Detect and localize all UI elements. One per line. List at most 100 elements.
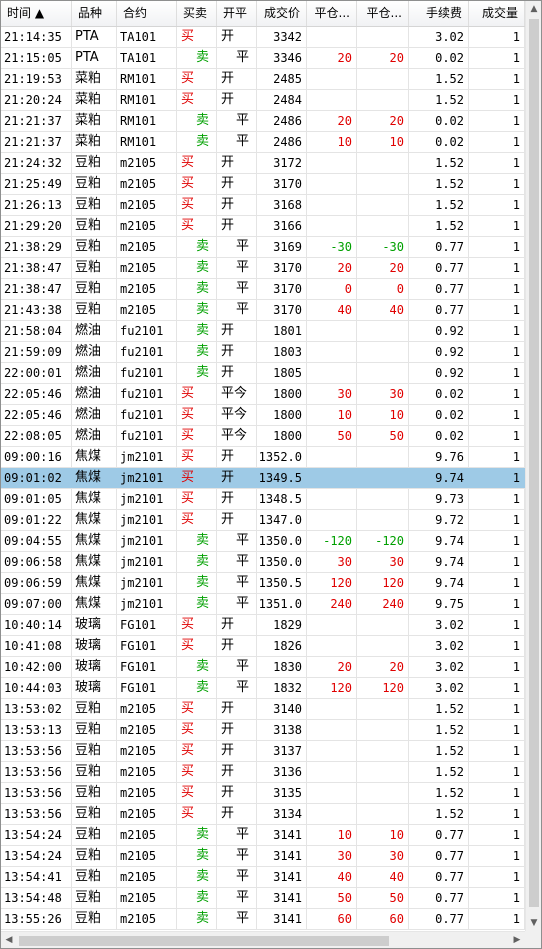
cell-price: 3172: [257, 153, 307, 173]
cell-pnl1: [307, 510, 357, 530]
table-row[interactable]: 10:40:14 玻璃 FG101 买开 1829 3.02 1: [1, 615, 525, 636]
column-header-variety[interactable]: 品种: [72, 1, 117, 26]
table-row[interactable]: 13:53:56 豆粕 m2105 买开 3136 1.52 1: [1, 762, 525, 783]
table-row[interactable]: 09:01:22 焦煤 jm2101 买开 1347.0 9.72 1: [1, 510, 525, 531]
table-row[interactable]: 10:41:08 玻璃 FG101 买开 1826 3.02 1: [1, 636, 525, 657]
horizontal-scroll-thumb[interactable]: [19, 936, 389, 946]
table-row[interactable]: 09:06:58 焦煤 jm2101 卖平 1350.0 30 30 9.74 1: [1, 552, 525, 573]
cell-time: 09:01:05: [1, 489, 72, 509]
column-header-pnl2[interactable]: 平仓...: [357, 1, 409, 26]
cell-offset: 平: [217, 552, 257, 572]
column-header-label: 成交价: [263, 6, 300, 20]
table-row[interactable]: 21:21:37 菜粕 RM101 卖平 2486 10 10 0.02 1: [1, 132, 525, 153]
cell-time: 10:40:14: [1, 615, 72, 635]
table-row[interactable]: 09:00:16 焦煤 jm2101 买开 1352.0 9.76 1: [1, 447, 525, 468]
cell-variety: 玻璃: [72, 615, 117, 635]
table-row[interactable]: 13:54:24 豆粕 m2105 卖平 3141 30 30 0.77 1: [1, 846, 525, 867]
table-row[interactable]: 13:53:13 豆粕 m2105 买开 3138 1.52 1: [1, 720, 525, 741]
table-row[interactable]: 21:29:20 豆粕 m2105 买开 3166 1.52 1: [1, 216, 525, 237]
cell-pnl2: 30: [357, 552, 409, 572]
cell-pnl2: 10: [357, 405, 409, 425]
scroll-down-arrow-icon[interactable]: ▼: [526, 915, 541, 931]
table-row[interactable]: 21:25:49 豆粕 m2105 买开 3170 1.52 1: [1, 174, 525, 195]
table-row[interactable]: 21:14:35 PTA TA101 买开 3342 3.02 1: [1, 27, 525, 48]
cell-qty: 1: [469, 48, 525, 68]
column-header-contract[interactable]: 合约: [117, 1, 177, 26]
table-row[interactable]: 13:53:56 豆粕 m2105 买开 3134 1.52 1: [1, 804, 525, 825]
cell-pnl1: -120: [307, 531, 357, 551]
column-header-side[interactable]: 买卖: [177, 1, 217, 26]
cell-offset: 平: [217, 909, 257, 929]
cell-pnl2: 10: [357, 825, 409, 845]
table-row[interactable]: 21:38:29 豆粕 m2105 卖平 3169 -30 -30 0.77 1: [1, 237, 525, 258]
cell-offset: 开: [217, 447, 257, 467]
cell-variety: 豆粕: [72, 888, 117, 908]
cell-offset: 平: [217, 573, 257, 593]
cell-fee: 0.02: [409, 405, 469, 425]
table-row[interactable]: 13:53:56 豆粕 m2105 买开 3135 1.52 1: [1, 783, 525, 804]
table-row[interactable]: 21:38:47 豆粕 m2105 卖平 3170 20 20 0.77 1: [1, 258, 525, 279]
cell-price: 1803: [257, 342, 307, 362]
table-row[interactable]: 21:59:09 燃油 fu2101 卖开 1803 0.92 1: [1, 342, 525, 363]
cell-pnl1: [307, 216, 357, 236]
table-row[interactable]: 21:21:37 菜粕 RM101 卖平 2486 20 20 0.02 1: [1, 111, 525, 132]
cell-fee: 3.02: [409, 636, 469, 656]
table-row[interactable]: 22:08:05 燃油 fu2101 买平今 1800 50 50 0.02 1: [1, 426, 525, 447]
horizontal-scrollbar[interactable]: ◀ ▶: [1, 931, 525, 948]
table-row[interactable]: 13:53:02 豆粕 m2105 买开 3140 1.52 1: [1, 699, 525, 720]
cell-contract: m2105: [117, 237, 177, 257]
cell-pnl2: -120: [357, 531, 409, 551]
column-header-fee[interactable]: 手续费: [409, 1, 469, 26]
cell-fee: 9.75: [409, 594, 469, 614]
table-row[interactable]: 09:07:00 焦煤 jm2101 卖平 1351.0 240 240 9.75 1: [1, 594, 525, 615]
table-row[interactable]: 22:05:46 燃油 fu2101 买平今 1800 10 10 0.02 1: [1, 405, 525, 426]
table-row[interactable]: 09:04:55 焦煤 jm2101 卖平 1350.0 -120 -120 9.74 1: [1, 531, 525, 552]
table-row[interactable]: 09:06:59 焦煤 jm2101 卖平 1350.5 120 120 9.74 1: [1, 573, 525, 594]
cell-fee: 3.02: [409, 657, 469, 677]
table-row[interactable]: 21:20:24 菜粕 RM101 买开 2484 1.52 1: [1, 90, 525, 111]
table-row[interactable]: 13:54:41 豆粕 m2105 卖平 3141 40 40 0.77 1: [1, 867, 525, 888]
column-header-time[interactable]: 时间 ▲: [1, 1, 72, 26]
table-row[interactable]: 21:58:04 燃油 fu2101 卖开 1801 0.92 1: [1, 321, 525, 342]
scroll-left-arrow-icon[interactable]: ◀: [1, 932, 17, 948]
table-row[interactable]: 21:15:05 PTA TA101 卖平 3346 20 20 0.02 1: [1, 48, 525, 69]
cell-fee: 3.02: [409, 678, 469, 698]
cell-qty: 1: [469, 699, 525, 719]
cell-pnl2: 40: [357, 300, 409, 320]
table-row[interactable]: 09:01:05 焦煤 jm2101 买开 1348.5 9.73 1: [1, 489, 525, 510]
column-header-offset[interactable]: 开平: [217, 1, 257, 26]
table-row[interactable]: 09:01:02 焦煤 jm2101 买开 1349.5 9.74 1: [1, 468, 525, 489]
scroll-right-arrow-icon[interactable]: ▶: [509, 932, 525, 948]
table-row[interactable]: 21:26:13 豆粕 m2105 买开 3168 1.52 1: [1, 195, 525, 216]
vertical-scrollbar[interactable]: ▲ ▼: [525, 1, 541, 931]
cell-price: 3141: [257, 825, 307, 845]
table-row[interactable]: 21:19:53 菜粕 RM101 买开 2485 1.52 1: [1, 69, 525, 90]
table-row[interactable]: 13:54:24 豆粕 m2105 卖平 3141 10 10 0.77 1: [1, 825, 525, 846]
column-header-label: 平仓...: [314, 6, 350, 20]
table-row[interactable]: 21:38:47 豆粕 m2105 卖平 3170 0 0 0.77 1: [1, 279, 525, 300]
scroll-up-arrow-icon[interactable]: ▲: [526, 1, 541, 17]
cell-contract: fu2101: [117, 363, 177, 383]
column-header-pnl1[interactable]: 平仓...: [307, 1, 357, 26]
column-header-label: 品种: [78, 6, 103, 20]
cell-side: 买: [177, 720, 217, 740]
cell-fee: 0.92: [409, 342, 469, 362]
table-row[interactable]: 13:53:56 豆粕 m2105 买开 3137 1.52 1: [1, 741, 525, 762]
cell-qty: 1: [469, 909, 525, 929]
table-row[interactable]: 22:00:01 燃油 fu2101 卖开 1805 0.92 1: [1, 363, 525, 384]
table-row[interactable]: 21:24:32 豆粕 m2105 买开 3172 1.52 1: [1, 153, 525, 174]
column-header-qty[interactable]: 成交量: [469, 1, 525, 26]
cell-price: 1348.5: [257, 489, 307, 509]
vertical-scroll-thumb[interactable]: [529, 19, 539, 907]
cell-time: 13:53:56: [1, 762, 72, 782]
cell-time: 21:15:05: [1, 48, 72, 68]
cell-offset: 开: [217, 27, 257, 47]
cell-offset: 开: [217, 216, 257, 236]
table-row[interactable]: 21:43:38 豆粕 m2105 卖平 3170 40 40 0.77 1: [1, 300, 525, 321]
column-header-price[interactable]: 成交价: [257, 1, 307, 26]
table-row[interactable]: 10:42:00 玻璃 FG101 卖平 1830 20 20 3.02 1: [1, 657, 525, 678]
table-row[interactable]: 13:54:48 豆粕 m2105 卖平 3141 50 50 0.77 1: [1, 888, 525, 909]
table-row[interactable]: 13:55:26 豆粕 m2105 卖平 3141 60 60 0.77 1: [1, 909, 525, 930]
table-row[interactable]: 22:05:46 燃油 fu2101 买平今 1800 30 30 0.02 1: [1, 384, 525, 405]
table-row[interactable]: 10:44:03 玻璃 FG101 卖平 1832 120 120 3.02 1: [1, 678, 525, 699]
